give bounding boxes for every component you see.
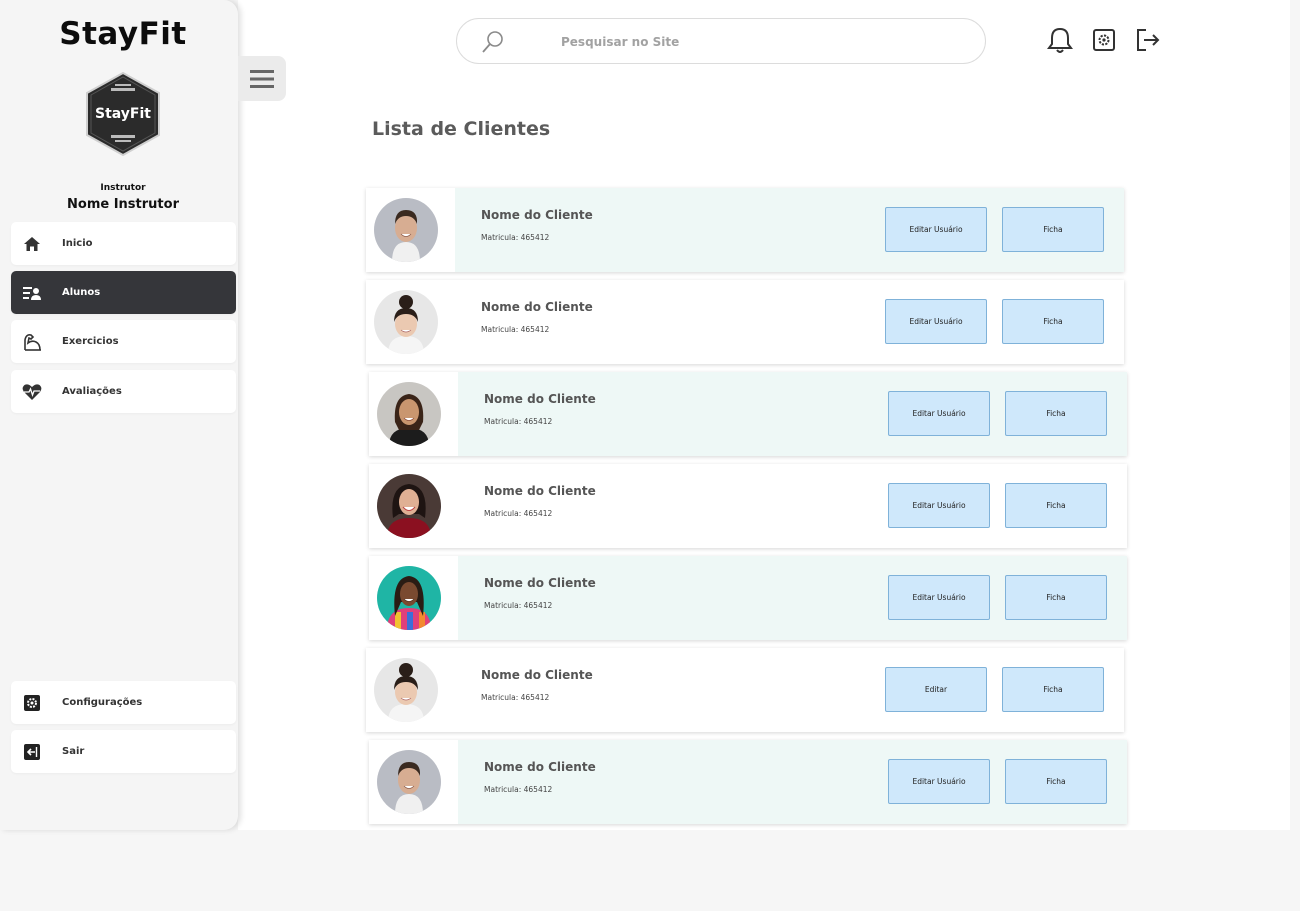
heart-pulse-icon (22, 382, 42, 402)
client-avatar (374, 658, 438, 722)
client-name: Nome do Cliente (484, 576, 596, 590)
client-row: Nome do Cliente Matricula: 465412 Editar… (366, 188, 1124, 272)
ficha-button[interactable]: Ficha (1002, 667, 1104, 712)
user-name: Nome Instrutor (67, 197, 179, 212)
ficha-button[interactable]: Ficha (1005, 759, 1107, 804)
client-row: Nome do Cliente Matricula: 465412 Editar… (369, 556, 1127, 640)
sidebar-item-sair[interactable]: Sair (11, 730, 236, 773)
sidebar-item-configuracoes[interactable]: Configurações (11, 681, 236, 724)
edit-user-button[interactable]: Editar Usuário (888, 391, 990, 436)
sidebar-item-exercicios[interactable]: Exercicios (11, 320, 236, 363)
client-avatar (374, 290, 438, 354)
sidebar-item-label: Sair (62, 746, 85, 757)
client-row: Nome do Cliente Matricula: 465412 Editar… (369, 740, 1127, 824)
sidebar-item-label: Inicio (62, 238, 93, 249)
sidebar: StayFit StayFit Instrutor Nome Instrutor… (0, 0, 238, 830)
edit-user-button[interactable]: Editar Usuário (888, 483, 990, 528)
client-matricula: Matricula: 465412 (481, 693, 550, 702)
menu-toggle-button[interactable] (238, 56, 286, 101)
edit-user-button[interactable]: Editar Usuário (888, 575, 990, 620)
client-avatar (377, 474, 441, 538)
client-avatar (377, 566, 441, 630)
search-bar (456, 18, 986, 64)
bell-icon[interactable] (1047, 26, 1073, 54)
sidebar-item-inicio[interactable]: Inicio (11, 222, 236, 265)
sidebar-item-label: Exercicios (62, 336, 119, 347)
home-icon (22, 234, 42, 254)
students-icon (22, 283, 42, 303)
client-avatar (377, 382, 441, 446)
page-title: Lista de Clientes (372, 118, 551, 140)
stayfit-logo: StayFit (86, 72, 160, 156)
sidebar-item-label: Configurações (62, 697, 143, 708)
edit-user-button[interactable]: Editar Usuário (885, 299, 987, 344)
client-row: Nome do Cliente Matricula: 465412 Editar… (366, 280, 1124, 364)
client-name: Nome do Cliente (484, 392, 596, 406)
sidebar-item-label: Alunos (62, 287, 101, 298)
client-avatar (374, 198, 438, 262)
client-name: Nome do Cliente (481, 668, 593, 682)
ficha-button[interactable]: Ficha (1002, 299, 1104, 344)
sidebar-item-avaliacoes[interactable]: Avaliações (11, 370, 236, 413)
arm-icon (22, 332, 42, 352)
brand-title: StayFit (59, 16, 187, 52)
svg-text:StayFit: StayFit (95, 106, 151, 122)
ficha-button[interactable]: Ficha (1005, 575, 1107, 620)
client-name: Nome do Cliente (481, 300, 593, 314)
settings-icon (22, 693, 42, 713)
client-matricula: Matricula: 465412 (484, 509, 553, 518)
client-name: Nome do Cliente (481, 208, 593, 222)
client-matricula: Matricula: 465412 (481, 325, 550, 334)
client-matricula: Matricula: 465412 (484, 417, 553, 426)
client-row: Nome do Cliente Matricula: 465412 Editar… (366, 648, 1124, 732)
settings-icon[interactable] (1091, 26, 1117, 54)
client-avatar (377, 750, 441, 814)
app-root: StayFit StayFit Instrutor Nome Instrutor… (0, 0, 1300, 911)
ficha-button[interactable]: Ficha (1005, 391, 1107, 436)
user-role: Instrutor (100, 183, 146, 193)
hamburger-icon (250, 69, 274, 88)
edit-user-button[interactable]: Editar Usuário (888, 759, 990, 804)
client-matricula: Matricula: 465412 (481, 233, 550, 242)
client-matricula: Matricula: 465412 (484, 601, 553, 610)
search-input[interactable] (561, 31, 961, 53)
client-row: Nome do Cliente Matricula: 465412 Editar… (369, 464, 1127, 548)
client-name: Nome do Cliente (484, 484, 596, 498)
client-matricula: Matricula: 465412 (484, 785, 553, 794)
edit-user-button[interactable]: Editar (885, 667, 987, 712)
ficha-button[interactable]: Ficha (1002, 207, 1104, 252)
client-name: Nome do Cliente (484, 760, 596, 774)
search-icon[interactable] (481, 30, 505, 54)
sidebar-item-alunos[interactable]: Alunos (11, 271, 236, 314)
exit-icon (22, 742, 42, 762)
sidebar-item-label: Avaliações (62, 386, 122, 397)
logout-icon[interactable] (1135, 26, 1161, 54)
edit-user-button[interactable]: Editar Usuário (885, 207, 987, 252)
ficha-button[interactable]: Ficha (1005, 483, 1107, 528)
client-row: Nome do Cliente Matricula: 465412 Editar… (369, 372, 1127, 456)
